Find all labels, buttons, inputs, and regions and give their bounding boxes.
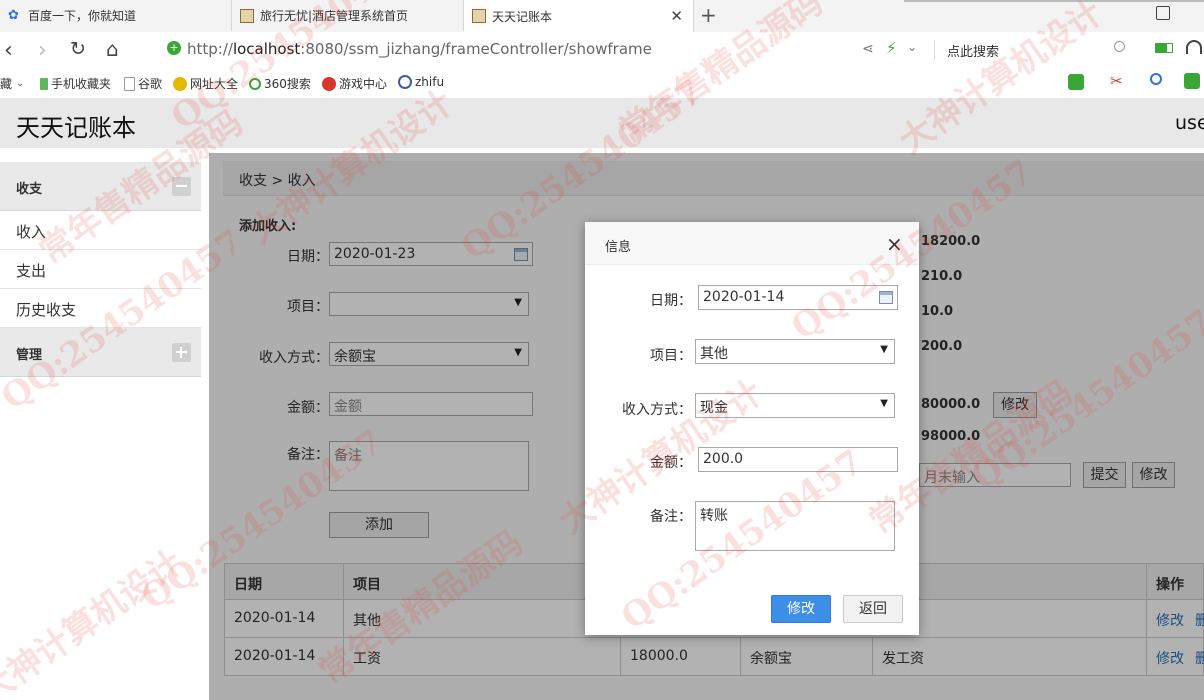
select-arrow-icon: ▼ — [880, 398, 888, 409]
phone-icon — [40, 77, 48, 90]
dialog-amount-label: 金额： — [650, 455, 692, 471]
bookmark-label: 手机收藏夹 — [51, 77, 112, 91]
bookmarks-bar: 收藏⌄ 手机收藏夹 谷歌 网址大全 360搜索 游戏中心 zhifu ✂ — [0, 68, 1204, 99]
sidebar-group-manage[interactable]: 管理 — [0, 328, 201, 377]
chevron-down-icon[interactable]: ⌄ — [907, 40, 917, 54]
reload-icon[interactable]: ↻ — [70, 38, 86, 60]
sidebar-item-label: 支出 — [16, 262, 47, 280]
dialog-item-value: 其他 — [700, 346, 728, 362]
new-tab-button[interactable]: + — [700, 3, 717, 27]
scissors-icon[interactable]: ✂ — [1110, 72, 1123, 90]
bookmark-google[interactable]: 谷歌 — [124, 75, 162, 92]
sidebar-group-label: 管理 — [16, 348, 43, 363]
url-prefix: http:// — [187, 40, 233, 58]
browser-tab-baidu[interactable]: ✿ 百度一下，你就知道 — [0, 0, 232, 31]
page-icon — [240, 8, 254, 23]
tab-title: 旅行无忧|酒店管理系统首页 — [260, 9, 409, 23]
sidebar-item-label: 历史收支 — [16, 301, 77, 319]
app-title: 天天记账本 — [16, 114, 136, 142]
back-icon[interactable]: ‹ — [4, 38, 13, 63]
grid-icon[interactable] — [1184, 73, 1200, 89]
dialog-note-value: 转账 — [700, 508, 728, 524]
battery-icon — [1155, 43, 1173, 53]
dialog-amount-input[interactable]: 200.0 — [698, 447, 898, 472]
sidebar-item-expense[interactable]: 支出 — [0, 250, 201, 289]
page-icon — [124, 76, 135, 91]
bookmark-label: zhifu — [415, 75, 445, 89]
tab-title: 天天记账本 — [492, 9, 553, 24]
collapse-icon[interactable] — [172, 177, 191, 196]
url-path: :8080/ssm_jizhang/frameController/showfr… — [300, 40, 652, 58]
bookmark-mobile[interactable]: 手机收藏夹 — [40, 75, 111, 92]
dialog-title: 信息 — [605, 240, 632, 255]
dialog-date-field[interactable]: 2020-01-14 — [698, 285, 898, 310]
sidebar-group-label: 收支 — [16, 182, 43, 197]
bookmark-360[interactable]: 360搜索 — [249, 75, 311, 92]
secure-icon: + — [167, 41, 181, 55]
dialog-note-textarea[interactable]: 转账 — [695, 501, 895, 551]
sidebar-item-income[interactable]: 收入 — [0, 211, 201, 250]
back-button[interactable]: 返回 — [843, 595, 903, 623]
shirt-icon[interactable] — [1156, 6, 1170, 20]
close-tab-icon[interactable]: ✕ — [670, 7, 683, 25]
bookmark-label: 网址大全 — [190, 77, 239, 91]
chevron-down-icon: ⌄ — [16, 78, 25, 89]
dialog-method-value: 现金 — [700, 400, 728, 416]
sidebar-item-label: 收入 — [16, 223, 47, 241]
dialog-amount-value: 200.0 — [703, 451, 744, 467]
confirm-edit-button[interactable]: 修改 — [771, 595, 831, 623]
paw-icon: ✿ — [8, 7, 19, 23]
headphone-icon[interactable] — [1186, 40, 1202, 54]
sidebar: 收支 收入 支出 历史收支 管理 — [0, 162, 201, 700]
dialog-header — [585, 222, 919, 265]
zhifu-icon — [398, 75, 412, 89]
expand-icon[interactable] — [172, 343, 191, 362]
bookmark-zhifu[interactable]: zhifu — [398, 75, 444, 89]
dialog-note-label: 备注： — [650, 509, 692, 525]
dialog-item-label: 项目： — [650, 348, 692, 364]
address-bar: ‹ › ↻ ⌂ + http://localhost:8080/ssm_jizh… — [0, 32, 1204, 69]
tab-title: 百度一下，你就知道 — [28, 9, 137, 23]
calendar-icon[interactable] — [879, 291, 893, 304]
url-host: localhost — [232, 40, 301, 58]
window-rect-icon — [904, 0, 1204, 2]
browser-tab-jizhang[interactable]: 天天记账本 ✕ — [464, 0, 694, 32]
app-header: 天天记账本 use — [0, 98, 1204, 148]
close-icon[interactable]: × — [886, 232, 903, 256]
page-icon — [472, 9, 486, 23]
browser-tab-bar: ✿ 百度一下，你就知道 旅行无忧|酒店管理系统首页 天天记账本 ✕ + — [0, 0, 1204, 33]
sidebar-group-shouzhi[interactable]: 收支 — [0, 162, 201, 211]
bookmark-label: 谷歌 — [138, 77, 163, 91]
dialog-item-select[interactable]: 其他 ▼ — [695, 339, 895, 364]
bookmark-favorites[interactable]: 收藏⌄ — [0, 75, 24, 92]
bookmark-games[interactable]: 游戏中心 — [322, 75, 387, 92]
lightning-icon[interactable]: ⚡ — [886, 39, 897, 57]
browser-tab-hotel[interactable]: 旅行无忧|酒店管理系统首页 — [232, 0, 464, 31]
dialog-date-label: 日期： — [650, 293, 692, 309]
home-icon[interactable]: ⌂ — [106, 37, 119, 61]
search-icon[interactable] — [1114, 41, 1125, 52]
edit-dialog: 信息 × 日期： 2020-01-14 项目： 其他 ▼ 收入方式： 现金 ▼ … — [585, 222, 919, 635]
magnifier-icon[interactable] — [1150, 73, 1162, 85]
translate-icon[interactable] — [1068, 74, 1084, 90]
forward-icon[interactable]: › — [38, 38, 47, 63]
select-arrow-icon: ▼ — [880, 344, 888, 355]
bookmark-label: 游戏中心 — [339, 77, 388, 91]
bookmark-label: 360搜索 — [264, 77, 311, 91]
search-hint[interactable]: 点此搜索 — [947, 41, 999, 60]
sidebar-item-history[interactable]: 历史收支 — [0, 289, 201, 328]
divider — [934, 40, 935, 60]
dialog-date-value: 2020-01-14 — [703, 289, 785, 305]
url-field[interactable]: http://localhost:8080/ssm_jizhang/frameC… — [187, 40, 652, 58]
bookmark-label: 收藏 — [0, 77, 13, 91]
share-icon[interactable]: ⋖ — [862, 41, 874, 57]
bookmark-wangzhi[interactable]: 网址大全 — [173, 75, 238, 92]
user-name[interactable]: use — [1175, 112, 1204, 134]
dialog-method-select[interactable]: 现金 ▼ — [695, 393, 895, 418]
circle-icon — [249, 77, 261, 90]
game-icon — [322, 76, 336, 91]
dialog-method-label: 收入方式： — [622, 402, 692, 418]
globe-icon — [173, 76, 187, 91]
